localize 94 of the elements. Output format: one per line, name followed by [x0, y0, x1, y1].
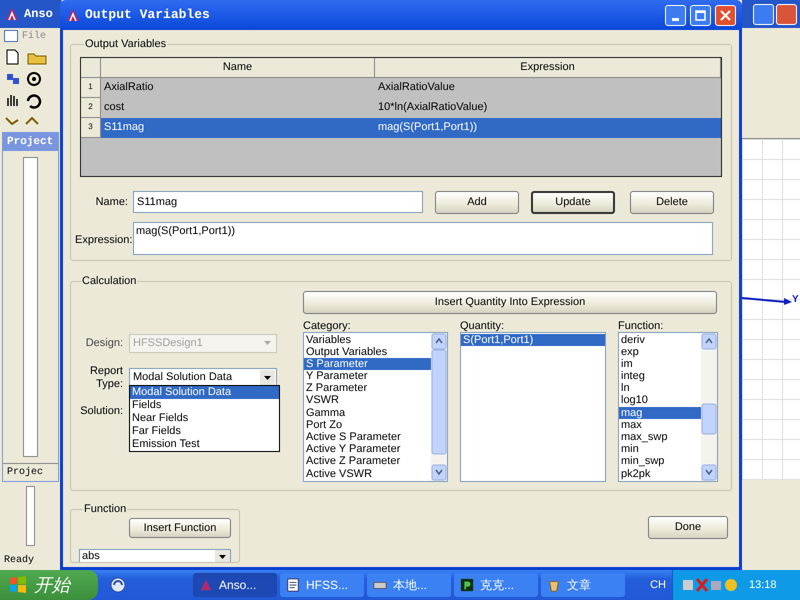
list-item[interactable]: max	[619, 418, 701, 431]
push-button[interactable]: Delete	[630, 190, 714, 214]
list-item[interactable]: mag	[619, 406, 701, 419]
taskbar-button[interactable]: 本地...	[367, 573, 451, 597]
column-header[interactable]: Name	[101, 58, 375, 78]
list-item[interactable]: S(Port1,Port1)	[461, 334, 605, 346]
list-item[interactable]: VSWR	[304, 394, 431, 407]
push-button[interactable]: Update	[531, 190, 615, 214]
axis-arrow-icon	[742, 294, 792, 304]
taskbar-button[interactable]: 克克...	[454, 573, 538, 597]
field-label: Solution:	[79, 404, 124, 418]
app-icon	[460, 578, 474, 592]
dropdown-option[interactable]: Fields	[130, 398, 279, 412]
list-label: Quantity:	[460, 318, 506, 332]
list-item[interactable]: Port Zo	[304, 418, 431, 431]
dialog-title: Output Variables	[85, 6, 211, 24]
table-cell[interactable]: S11mag	[101, 118, 375, 138]
group-label: Calculation	[81, 274, 138, 289]
window-title: Anso	[24, 6, 53, 23]
list-item[interactable]: im	[619, 358, 701, 370]
quick-launch-icon[interactable]	[110, 577, 126, 593]
dropdown-option[interactable]: Emission Test	[130, 438, 279, 450]
field-label: Expression:	[75, 232, 133, 248]
push-button[interactable]: Done	[648, 516, 728, 539]
scrollbar-drawing[interactable]	[431, 332, 447, 480]
close-icon	[720, 10, 731, 20]
app-icon	[286, 578, 300, 592]
app-icon	[199, 578, 213, 592]
close-button[interactable]	[776, 4, 797, 24]
group-label: Output Variables	[84, 37, 168, 52]
maximize-icon	[695, 10, 706, 20]
app-logo-icon	[65, 7, 81, 23]
push-button[interactable]: Insert Quantity Into Expression	[303, 290, 717, 314]
list-item[interactable]: Z Parameter	[304, 382, 431, 394]
column-header[interactable]: Expression	[375, 58, 721, 78]
panel-title: Project	[7, 134, 54, 150]
list-label: Function:	[618, 318, 664, 332]
app-icon	[547, 578, 561, 592]
close-button[interactable]	[715, 4, 736, 26]
list-item[interactable]: Active Z Parameter	[304, 455, 431, 468]
list-item[interactable]: integ	[619, 370, 701, 382]
dropdown-option[interactable]: Modal Solution Data	[130, 386, 279, 398]
list-item[interactable]: max_swp	[619, 431, 701, 444]
field-label: Design:	[84, 336, 124, 350]
list-item[interactable]: log10	[619, 394, 701, 407]
expression-field[interactable]: mag(S(Port1,Port1))	[133, 222, 713, 254]
list-item[interactable]: Active S Parameter	[304, 431, 431, 444]
list-item[interactable]: pk2pk	[619, 468, 701, 480]
list-item[interactable]: Variables	[304, 334, 431, 346]
group-label: Function	[83, 502, 128, 517]
taskbar-button[interactable]: Anso...	[193, 573, 277, 597]
list-item[interactable]: Output Variables	[304, 346, 431, 358]
list-item[interactable]: Gamma	[304, 406, 431, 419]
minimize-icon	[672, 18, 679, 20]
panel-tab[interactable]: Projec	[7, 465, 44, 480]
row-number[interactable]: 2	[81, 98, 101, 118]
push-button[interactable]: Insert Function	[129, 518, 231, 538]
list-item[interactable]: Active VSWR	[304, 468, 431, 480]
push-button[interactable]: Add	[435, 190, 519, 214]
dropdown-option[interactable]: Near Fields	[130, 412, 279, 424]
language-indicator[interactable]: CH	[644, 576, 672, 594]
list-item[interactable]: Active Y Parameter	[304, 443, 431, 456]
header-corner	[81, 58, 101, 78]
dropdown-arrow-icon[interactable]	[219, 554, 226, 559]
maximize-button[interactable]	[690, 4, 711, 26]
list-item[interactable]: min	[619, 443, 701, 456]
dropdown-option[interactable]: Far Fields	[130, 424, 279, 438]
dropdown[interactable]: abs	[79, 549, 231, 562]
list-item[interactable]: ln	[619, 382, 701, 394]
table-cell[interactable]: mag(S(Port1,Port1))	[375, 118, 721, 138]
minimize-button[interactable]	[665, 4, 686, 26]
field-label: Report Type:	[88, 364, 124, 390]
scrollbar-drawing[interactable]	[701, 332, 717, 480]
dropdown-arrow-icon[interactable]	[264, 376, 271, 380]
status-text: Ready	[4, 554, 34, 568]
list-item[interactable]: exp	[619, 346, 701, 358]
list-item[interactable]: Y Parameter	[304, 370, 431, 382]
menu-icon	[4, 30, 18, 42]
clock: 13:18	[749, 578, 777, 593]
taskbar-button[interactable]: HFSS...	[280, 573, 364, 597]
axis-label: Y	[792, 293, 799, 307]
list-label: Category:	[303, 318, 352, 332]
taskbar-button[interactable]: 文章	[541, 573, 625, 597]
list-item[interactable]: S Parameter	[304, 358, 431, 370]
flag-icon	[8, 575, 28, 595]
list-item[interactable]: min_swp	[619, 455, 701, 468]
app-logo-icon	[4, 6, 20, 22]
name-field[interactable]: S11mag	[133, 191, 423, 213]
message-panel	[26, 486, 35, 546]
field-label: Name:	[94, 194, 129, 210]
restore-button[interactable]	[753, 4, 774, 24]
row-number[interactable]: 3	[81, 118, 101, 138]
row-number[interactable]: 1	[81, 78, 101, 98]
list-item[interactable]: deriv	[619, 334, 701, 346]
